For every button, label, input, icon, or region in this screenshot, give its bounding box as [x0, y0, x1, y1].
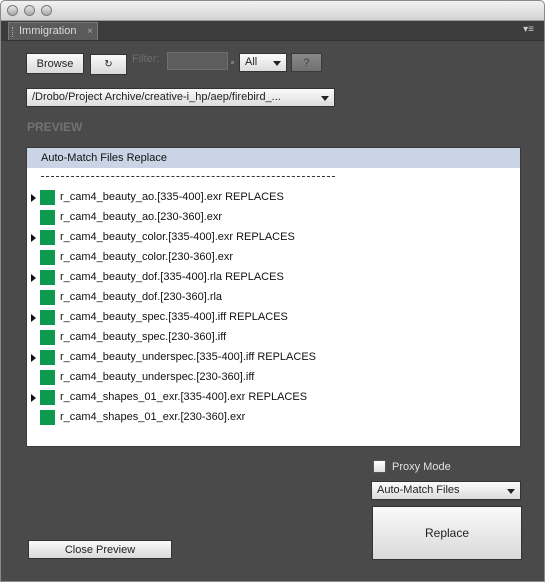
list-item-label: r_cam4_beauty_dof.[335-400].rla REPLACES — [60, 271, 284, 283]
chevron-down-icon — [507, 489, 515, 494]
path-value: /Drobo/Project Archive/creative-i_hp/aep… — [32, 91, 281, 103]
file-status-swatch-icon — [40, 210, 55, 225]
list-item[interactable]: r_cam4_beauty_dof.[230-360].rla — [27, 288, 520, 308]
list-item[interactable]: r_cam4_beauty_color.[230-360].exr — [27, 248, 520, 268]
tab-label: Immigration — [19, 25, 77, 37]
list-item[interactable]: r_cam4_shapes_01_exr.[230-360].exr — [27, 408, 520, 428]
file-status-swatch-icon — [40, 350, 55, 365]
match-mode-select[interactable]: Auto-Match Files — [371, 481, 521, 500]
file-status-swatch-icon — [40, 410, 55, 425]
file-status-swatch-icon — [40, 250, 55, 265]
panel-tab-bar: Immigration × ▾≡ — [1, 21, 544, 41]
list-item-label: r_cam4_beauty_ao.[335-400].exr REPLACES — [60, 191, 284, 203]
zoom-window-button[interactable] — [41, 5, 52, 16]
path-select[interactable]: /Drobo/Project Archive/creative-i_hp/aep… — [26, 88, 335, 107]
proxy-mode-checkbox[interactable] — [373, 460, 386, 473]
panel-menu-icon[interactable]: ▾≡ — [523, 25, 534, 35]
list-separator — [41, 176, 335, 177]
list-item-label: r_cam4_shapes_01_exr.[335-400].exr REPLA… — [60, 391, 308, 403]
chevron-down-icon — [321, 96, 329, 101]
preview-section-title: PREVIEW — [27, 120, 83, 134]
list-item[interactable]: r_cam4_beauty_color.[335-400].exr REPLAC… — [27, 228, 520, 248]
list-item-label: r_cam4_shapes_01_exr.[230-360].exr — [60, 411, 246, 423]
match-mode-value: Auto-Match Files — [377, 484, 460, 496]
help-button[interactable]: ? — [291, 53, 322, 72]
expand-triangle-icon[interactable] — [31, 274, 36, 282]
list-item[interactable]: r_cam4_beauty_ao.[230-360].exr — [27, 208, 520, 228]
chevron-down-icon — [273, 61, 281, 66]
file-status-swatch-icon — [40, 370, 55, 385]
file-status-swatch-icon — [40, 190, 55, 205]
browse-button[interactable]: Browse — [26, 53, 84, 74]
separator-dot — [231, 61, 234, 64]
file-status-swatch-icon — [40, 230, 55, 245]
list-item[interactable]: r_cam4_beauty_underspec.[230-360].iff — [27, 368, 520, 388]
list-item[interactable]: r_cam4_beauty_spec.[335-400].iff REPLACE… — [27, 308, 520, 328]
proxy-mode-label: Proxy Mode — [392, 461, 451, 473]
list-item-label: r_cam4_beauty_spec.[335-400].iff REPLACE… — [60, 311, 288, 323]
expand-triangle-icon[interactable] — [31, 194, 36, 202]
immigration-window: Immigration × ▾≡ Browse ↻ Filter: All ? … — [0, 0, 545, 582]
list-item[interactable]: r_cam4_beauty_spec.[230-360].iff — [27, 328, 520, 348]
expand-triangle-icon[interactable] — [31, 234, 36, 242]
expand-triangle-icon[interactable] — [31, 354, 36, 362]
file-status-swatch-icon — [40, 390, 55, 405]
grip-icon — [12, 27, 16, 37]
list-item-label: r_cam4_beauty_color.[230-360].exr — [60, 251, 234, 263]
file-status-swatch-icon — [40, 290, 55, 305]
list-item[interactable]: r_cam4_beauty_ao.[335-400].exr REPLACES — [27, 188, 520, 208]
file-type-value: All — [245, 56, 258, 68]
close-tab-icon[interactable]: × — [87, 23, 93, 40]
title-bar — [1, 1, 544, 21]
tab-immigration[interactable]: Immigration × — [8, 22, 98, 40]
expand-triangle-icon[interactable] — [31, 314, 36, 322]
list-item-label: r_cam4_beauty_spec.[230-360].iff — [60, 331, 227, 343]
list-item-label: r_cam4_beauty_underspec.[335-400].iff RE… — [60, 351, 317, 363]
filter-label: Filter: — [132, 53, 160, 65]
list-item[interactable]: r_cam4_shapes_01_exr.[335-400].exr REPLA… — [27, 388, 520, 408]
minimize-window-button[interactable] — [24, 5, 35, 16]
close-preview-button[interactable]: Close Preview — [28, 540, 172, 559]
file-status-swatch-icon — [40, 270, 55, 285]
preview-list-header: Auto-Match Files Replace — [27, 148, 520, 168]
preview-list[interactable]: Auto-Match Files Replace r_cam4_beauty_a… — [26, 147, 521, 447]
list-item-label: r_cam4_beauty_dof.[230-360].rla — [60, 291, 223, 303]
refresh-button[interactable]: ↻ — [90, 54, 127, 75]
list-item[interactable]: r_cam4_beauty_dof.[335-400].rla REPLACES — [27, 268, 520, 288]
file-status-swatch-icon — [40, 310, 55, 325]
list-item-label: r_cam4_beauty_ao.[230-360].exr — [60, 211, 223, 223]
list-item-label: r_cam4_beauty_color.[335-400].exr REPLAC… — [60, 231, 295, 243]
close-window-button[interactable] — [7, 5, 18, 16]
file-type-select[interactable]: All — [239, 53, 287, 72]
list-item-label: r_cam4_beauty_underspec.[230-360].iff — [60, 371, 255, 383]
expand-triangle-icon[interactable] — [31, 394, 36, 402]
filter-input[interactable] — [167, 52, 228, 70]
list-item[interactable]: r_cam4_beauty_underspec.[335-400].iff RE… — [27, 348, 520, 368]
replace-button[interactable]: Replace — [372, 506, 522, 560]
file-status-swatch-icon — [40, 330, 55, 345]
